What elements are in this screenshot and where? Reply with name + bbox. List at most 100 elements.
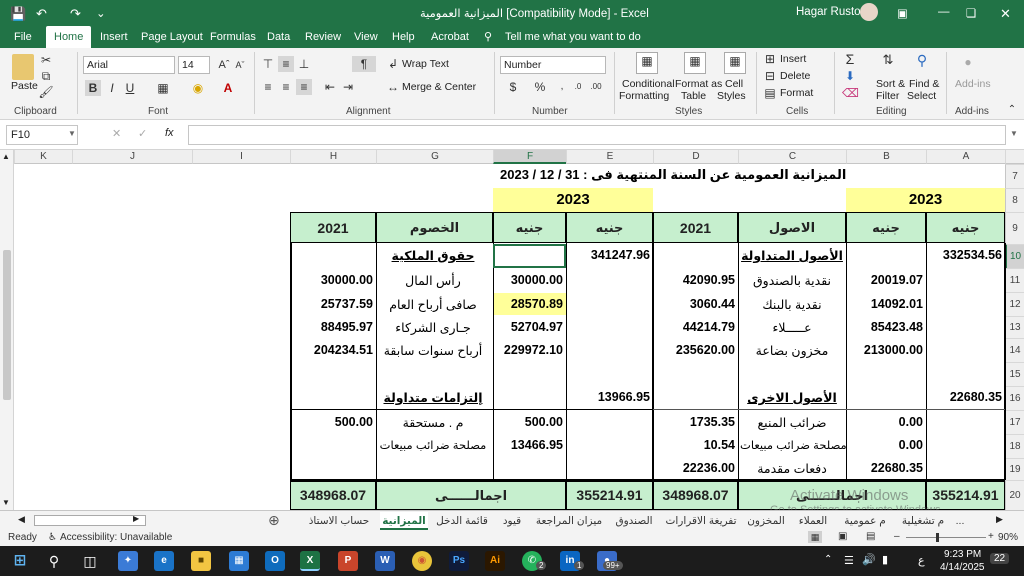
increase-decimal-icon[interactable]: .0 (570, 79, 586, 95)
chrome-icon[interactable]: ◉ (412, 551, 432, 571)
row-header-13[interactable]: 13 (1005, 316, 1024, 338)
autosum-icon[interactable]: Σ (842, 51, 858, 67)
tab-acrobat[interactable]: Acrobat (431, 26, 469, 48)
row-header-15[interactable]: 15 (1005, 362, 1024, 386)
cell-F14[interactable]: 229972.10 (494, 343, 563, 357)
expand-formula-icon[interactable]: ▼ (1010, 129, 1018, 138)
scroll-thumb[interactable] (3, 250, 11, 400)
header-h-2021[interactable]: 2021 (290, 212, 376, 243)
cell-D18[interactable]: 10.54 (654, 438, 735, 452)
ribbon-display-icon[interactable]: ▣ (897, 6, 908, 20)
cut-icon[interactable]: ✂ (38, 52, 54, 68)
collapse-ribbon-icon[interactable]: ⌃ (1004, 102, 1020, 118)
copy-icon[interactable]: ⧉ (38, 68, 54, 84)
align-right-icon[interactable]: ≡ (296, 79, 312, 95)
cell-C18[interactable]: مصلحة ضرائب مبيعات (740, 438, 847, 452)
cell-C14[interactable]: مخزون بضاعة (740, 343, 844, 358)
row-header-20[interactable]: 20 (1005, 480, 1024, 510)
sheet-tab-ledger[interactable]: حساب الاستاذ (300, 512, 378, 530)
outlook-icon[interactable]: O (265, 551, 285, 571)
photoshop-icon[interactable]: Ps (449, 551, 469, 571)
row-header-16[interactable]: 16 (1005, 386, 1024, 410)
format-as-label[interactable]: Format as (675, 78, 722, 90)
cell-G17[interactable]: م . مستحقة (378, 415, 488, 430)
insert-button[interactable]: Insert (780, 53, 806, 65)
file-explorer-icon[interactable]: ■ (191, 551, 211, 571)
borders-icon[interactable]: ▦ (155, 80, 171, 96)
zoom-out-icon[interactable]: – (894, 531, 900, 542)
network-icon[interactable]: ☰ (844, 554, 854, 567)
sheet-tab-balance[interactable]: الميزانية (380, 512, 428, 530)
page-break-view-icon[interactable]: ▤ (866, 531, 875, 542)
vertical-scrollbar[interactable]: ▲ ▼ (0, 150, 14, 510)
sheet-tab-inventory[interactable]: المخزون (744, 512, 788, 530)
tab-page-layout[interactable]: Page Layout (141, 26, 203, 48)
restore-icon[interactable]: ❏ (966, 6, 976, 20)
search-icon[interactable]: ⚲ (44, 551, 64, 571)
sheet-tab-operating-exp[interactable]: م تشغيلية (896, 512, 950, 530)
cell-B14[interactable]: 213000.00 (848, 343, 923, 357)
conditional-label[interactable]: Conditional (622, 78, 675, 90)
copilot-icon[interactable]: ✦ (118, 551, 138, 571)
column-header-H[interactable]: H (290, 150, 376, 164)
column-header-A[interactable]: A (926, 150, 1005, 164)
accessibility-icon[interactable]: ♿ (48, 532, 57, 543)
align-bottom-icon[interactable]: ⊥ (296, 56, 312, 72)
total-D20[interactable]: 348968.07 (653, 481, 738, 510)
scroll-down-icon[interactable]: ▼ (2, 498, 10, 507)
insert-icon[interactable]: ⊞ (762, 51, 778, 67)
other-assets-heading[interactable]: الأصول الاخرى (740, 390, 844, 405)
cell-G12[interactable]: صافى أرباح العام (378, 297, 488, 312)
delete-icon[interactable]: ⊟ (762, 68, 778, 84)
cell-B11[interactable]: 20019.07 (848, 273, 923, 287)
zoom-slider[interactable] (906, 537, 986, 538)
cell-C11[interactable]: نقدية بالصندوق (740, 273, 844, 288)
cell-H17[interactable]: 500.00 (292, 415, 373, 429)
currency-icon[interactable]: $ (505, 79, 521, 95)
cell-D19[interactable]: 22236.00 (654, 461, 735, 475)
column-header-I[interactable]: I (192, 150, 290, 164)
merge-center-icon[interactable]: ↔ (385, 79, 401, 95)
volume-icon[interactable]: 🔊 (862, 553, 876, 566)
insert-function-icon[interactable]: fx (165, 127, 174, 139)
page-layout-view-icon[interactable]: ▣ (838, 531, 847, 542)
row-header-18[interactable]: 18 (1005, 434, 1024, 458)
align-center-icon[interactable]: ≡ (278, 79, 294, 95)
cell-E10[interactable]: 341247.96 (566, 248, 650, 262)
tab-help[interactable]: Help (392, 26, 415, 48)
cell-F13[interactable]: 52704.97 (494, 320, 563, 334)
header-assets[interactable]: الاصول (738, 212, 846, 243)
task-view-icon[interactable]: ◫ (80, 551, 100, 571)
cell-B17[interactable]: 0.00 (848, 415, 923, 429)
font-size-combo[interactable]: 14 (178, 56, 210, 74)
header-d-2021[interactable]: 2021 (653, 212, 738, 243)
current-assets-heading[interactable]: الأصول المتداولة (740, 248, 844, 263)
sheet-tab-cash[interactable]: الصندوق (610, 512, 658, 530)
decrease-font-icon[interactable]: Aˇ (232, 57, 248, 73)
close-icon[interactable]: ✕ (1000, 6, 1011, 22)
row-header-19[interactable]: 19 (1005, 458, 1024, 480)
find-label[interactable]: Find & (909, 78, 939, 90)
row-header-17[interactable]: 17 (1005, 410, 1024, 434)
row-header-7[interactable]: 7 (1005, 164, 1024, 188)
column-header-B[interactable]: B (846, 150, 926, 164)
cell-D14[interactable]: 235620.00 (654, 343, 735, 357)
cell-C13[interactable]: عـــــلاء (740, 320, 844, 335)
conditional-formatting-icon[interactable]: ▦ (636, 52, 658, 74)
merge-center-button[interactable]: Merge & Center (402, 81, 476, 93)
row-header-8[interactable]: 8 (1005, 188, 1024, 212)
year-liabilities[interactable]: 2023 (493, 188, 653, 212)
align-top-icon[interactable]: ⊤ (260, 56, 276, 72)
clock-date[interactable]: 4/14/2025 (940, 562, 985, 573)
sheet-tab-customers[interactable]: العملاء (792, 512, 834, 530)
italic-icon[interactable]: I (104, 80, 120, 96)
cell-F17[interactable]: 500.00 (494, 415, 563, 429)
header-b-geneh[interactable]: جنيه (846, 212, 926, 243)
cell-A16[interactable]: 22680.35 (926, 390, 1002, 404)
cell-D13[interactable]: 44214.79 (654, 320, 735, 334)
header-e-geneh[interactable]: جنيه (566, 212, 653, 243)
minimize-icon[interactable]: — (938, 6, 950, 18)
cell-G14[interactable]: أرباح سنوات سابقة (378, 343, 488, 358)
align-left-icon[interactable]: ≡ (260, 79, 276, 95)
paste-icon[interactable] (12, 54, 34, 80)
